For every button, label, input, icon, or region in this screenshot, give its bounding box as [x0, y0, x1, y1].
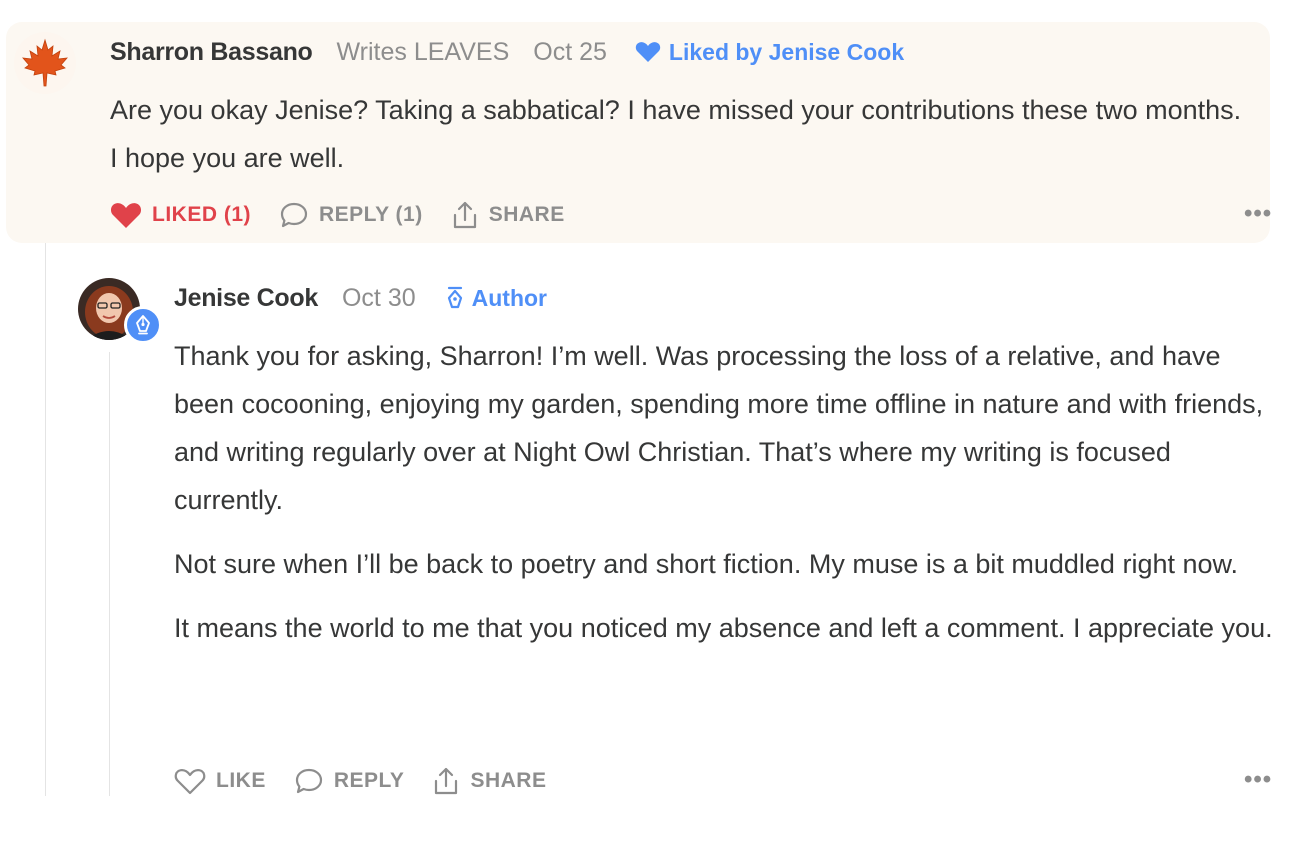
speech-bubble-icon	[295, 768, 322, 794]
share-button[interactable]: SHARE	[451, 200, 565, 230]
maple-leaf-icon	[22, 38, 68, 87]
comment-date[interactable]: Oct 30	[342, 284, 416, 313]
comment-actions: LIKED (1) REPLY (1) SHARE	[110, 200, 593, 230]
like-label: LIKE	[216, 769, 266, 792]
more-options-button[interactable]: •••	[1244, 200, 1272, 228]
author-publication[interactable]: Writes LEAVES	[337, 38, 510, 67]
author-tag: Author	[446, 285, 547, 312]
author-name[interactable]: Jenise Cook	[174, 284, 318, 313]
share-label: SHARE	[470, 769, 547, 792]
comment-meta: Jenise Cook Oct 30 Author	[174, 280, 547, 316]
pen-nib-icon	[136, 315, 150, 335]
liked-by-label: Liked by Jenise Cook	[635, 39, 904, 66]
liked-by-text: Liked by Jenise Cook	[668, 38, 905, 65]
heart-filled-icon	[110, 203, 142, 228]
speech-bubble-icon	[280, 202, 308, 228]
author-name[interactable]: Sharron Bassano	[110, 38, 313, 67]
like-button[interactable]: LIKE	[174, 767, 266, 795]
comment-date[interactable]: Oct 25	[533, 38, 607, 67]
like-button[interactable]: LIKED (1)	[110, 201, 251, 229]
heart-filled-icon	[635, 42, 661, 62]
comment-actions: LIKE REPLY SHARE	[174, 766, 574, 796]
more-options-button[interactable]: •••	[1244, 766, 1272, 794]
comment-paragraph: Not sure when I’ll be back to poetry and…	[174, 549, 1239, 579]
reply-button[interactable]: REPLY	[294, 767, 405, 795]
comment-paragraph: It means the world to me that you notice…	[174, 613, 1273, 643]
comment-body: Thank you for asking, Sharron! I’m well.…	[174, 332, 1274, 668]
reply-label: REPLY	[333, 769, 405, 792]
share-icon	[435, 767, 458, 795]
comment-paragraph: Are you okay Jenise? Taking a sabbatical…	[110, 95, 1242, 173]
heart-outline-icon	[174, 769, 206, 795]
comment-paragraph: Thank you for asking, Sharron! I’m well.…	[174, 341, 1264, 515]
reply-button[interactable]: REPLY (1)	[279, 201, 423, 229]
avatar[interactable]	[14, 32, 76, 94]
author-badge	[124, 306, 162, 344]
share-label: SHARE	[488, 203, 565, 226]
pen-nib-icon	[447, 286, 462, 309]
reply-label: REPLY (1)	[319, 203, 423, 226]
reply-thread-line	[109, 352, 110, 796]
comment-body: Are you okay Jenise? Taking a sabbatical…	[110, 86, 1250, 198]
share-icon	[453, 201, 476, 229]
like-label: LIKED (1)	[152, 203, 251, 226]
author-tag-label: Author	[471, 284, 548, 311]
share-button[interactable]: SHARE	[432, 766, 546, 796]
comment-meta: Sharron Bassano Writes LEAVES Oct 25 Lik…	[110, 34, 904, 70]
